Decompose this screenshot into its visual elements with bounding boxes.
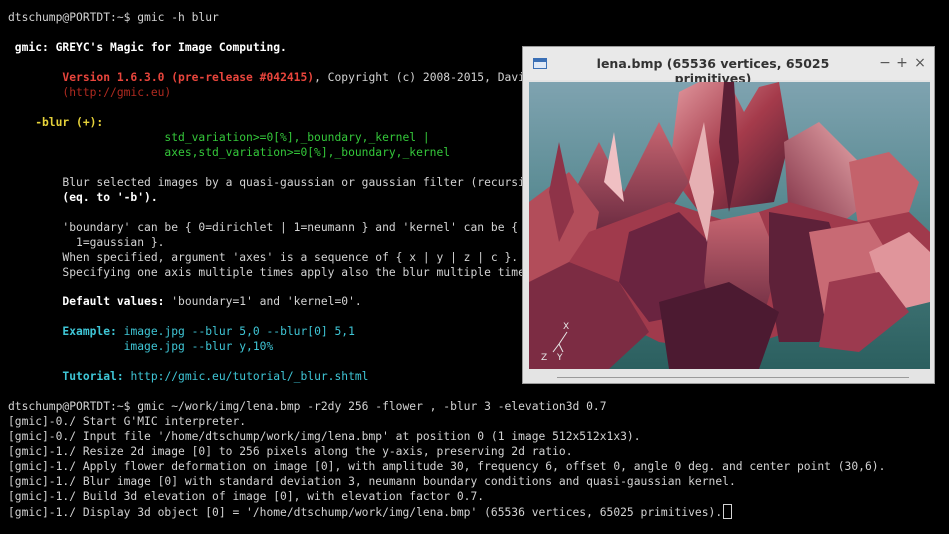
terminal-line: (eq. to '-b'). — [8, 190, 158, 205]
terminal-text: Blur selected images by a quasi-gaussian… — [8, 176, 539, 189]
gmic-3d-viewer-window[interactable]: lena.bmp (65536 vertices, 65025 primitiv… — [522, 46, 935, 384]
terminal-text: dtschump@PORTDT:~$ gmic ~/work/img/lena.… — [8, 400, 607, 413]
terminal-line: Example: image.jpg --blur 5,0 --blur[0] … — [8, 324, 355, 339]
terminal-text: When specified, argument 'axes' is a seq… — [8, 251, 519, 264]
window-bottom-bar — [529, 375, 929, 379]
terminal-line: [gmic]-0./ Start G'MIC interpreter. — [8, 414, 246, 429]
terminal-text: [gmic]-0./ Start G'MIC interpreter. — [8, 415, 247, 428]
terminal-text: [gmic]-1./ Build 3d elevation of image [… — [8, 490, 485, 503]
x-axis-label: X — [563, 322, 570, 332]
terminal-text: Version 1.6.3.0 (pre-release #042415) — [62, 71, 315, 84]
terminal-text: 1=gaussian }. — [8, 236, 165, 249]
terminal-text: axes,std_variation>=0[%],_boundary,_kern… — [8, 146, 451, 159]
terminal-line: When specified, argument 'axes' is a seq… — [8, 250, 518, 265]
terminal-text: Example: — [62, 325, 117, 338]
terminal-line: 'boundary' can be { 0=dirichlet | 1=neum… — [8, 220, 545, 235]
terminal-line: dtschump@PORTDT:~$ gmic -h blur — [8, 10, 219, 25]
terminal-text: dtschump@PORTDT:~$ gmic -h blur — [8, 11, 219, 24]
terminal-text: Tutorial: — [62, 370, 124, 383]
app-icon — [533, 58, 547, 69]
close-button[interactable]: × — [913, 55, 927, 71]
terminal-text: , Copyright (c) 2008-2015, David T — [314, 71, 546, 84]
terminal-text: 'boundary=1' and 'kernel=0'. — [164, 295, 362, 308]
terminal-line: Default values: 'boundary=1' and 'kernel… — [8, 294, 362, 309]
terminal-text: 'boundary' can be { 0=dirichlet | 1=neum… — [8, 221, 546, 234]
terminal-line: [gmic]-0./ Input file '/home/dtschump/wo… — [8, 429, 641, 444]
terminal-text: [gmic]-1./ Resize 2d image [0] to 256 pi… — [8, 445, 573, 458]
terminal-text: [gmic]-1./ Display 3d object [0] = '/hom… — [8, 506, 723, 519]
terminal-line: Tutorial: http://gmic.eu/tutorial/_blur.… — [8, 369, 369, 384]
terminal-text: std_variation>=0[%],_boundary,_kernel | — [8, 131, 430, 144]
terminal-text: Specifying one axis multiple times apply… — [8, 266, 539, 279]
terminal-line: [gmic]-1./ Resize 2d image [0] to 256 pi… — [8, 444, 573, 459]
terminal-text: [gmic]-1./ Blur image [0] with standard … — [8, 475, 736, 488]
terminal-text: image.jpg --blur 5,0 --blur[0] 5,1 — [116, 325, 355, 338]
terminal-line: [gmic]-1./ Display 3d object [0] = '/hom… — [8, 504, 733, 520]
terminal-line: Blur selected images by a quasi-gaussian… — [8, 175, 539, 190]
terminal-line: dtschump@PORTDT:~$ gmic ~/work/img/lena.… — [8, 399, 607, 414]
terminal-cursor — [723, 504, 733, 519]
terminal-line: Version 1.6.3.0 (pre-release #042415), C… — [8, 70, 545, 85]
terminal-line: image.jpg --blur y,10% — [8, 339, 274, 354]
maximize-button[interactable]: + — [895, 55, 909, 71]
terminal-line: gmic: GREYC's Magic for Image Computing. — [8, 40, 287, 55]
z-axis-label: Z — [541, 353, 548, 363]
y-axis-label: Y — [557, 353, 563, 363]
terminal-text: Default values: — [62, 295, 165, 308]
terminal-line: std_variation>=0[%],_boundary,_kernel | — [8, 130, 430, 145]
3d-render-viewport[interactable]: X Z Y — [529, 82, 930, 369]
terminal-text: gmic: GREYC's Magic for Image Computing. — [8, 41, 287, 54]
terminal-line: -blur (+): — [8, 115, 103, 130]
3d-elevation-surface — [529, 82, 930, 369]
terminal-line: Specifying one axis multiple times apply… — [8, 265, 539, 280]
terminal-text: -blur (+): — [8, 116, 104, 129]
axes-indicator: X Z Y — [541, 322, 581, 363]
terminal-text: [gmic]-1./ Apply flower deformation on i… — [8, 460, 886, 473]
window-titlebar[interactable]: lena.bmp (65536 vertices, 65025 primitiv… — [523, 47, 934, 86]
terminal-line: [gmic]-1./ Build 3d elevation of image [… — [8, 489, 484, 504]
minimize-button[interactable]: − — [878, 55, 892, 71]
terminal-line: 1=gaussian }. — [8, 235, 164, 250]
terminal-line: [gmic]-1./ Blur image [0] with standard … — [8, 474, 736, 489]
terminal-text: (eq. to '-b'). — [8, 191, 158, 204]
terminal-line: [gmic]-1./ Apply flower deformation on i… — [8, 459, 885, 474]
terminal-text: image.jpg --blur y,10% — [8, 340, 274, 353]
terminal-line: axes,std_variation>=0[%],_boundary,_kern… — [8, 145, 450, 160]
terminal-line: (http://gmic.eu) — [8, 85, 171, 100]
terminal-text: (http://gmic.eu) — [8, 86, 172, 99]
terminal-text: [gmic]-0./ Input file '/home/dtschump/wo… — [8, 430, 641, 443]
terminal-text: http://gmic.eu/tutorial/_blur.shtml — [123, 370, 369, 383]
